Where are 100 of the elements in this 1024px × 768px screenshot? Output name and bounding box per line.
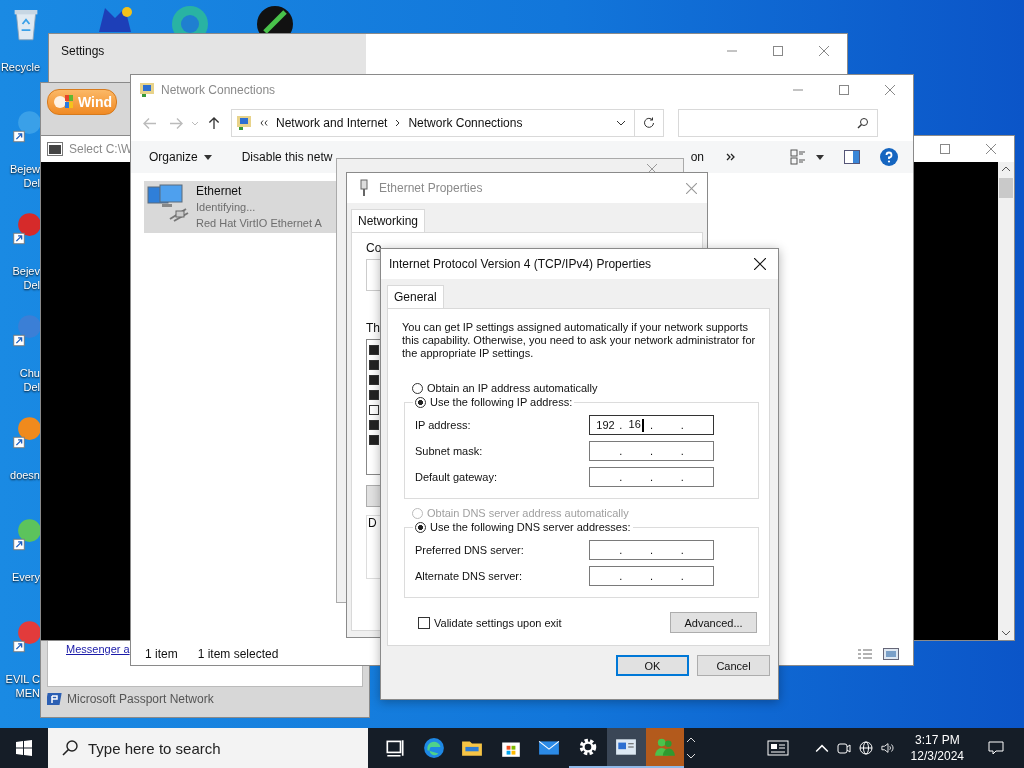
- caret-icon: [203, 154, 212, 160]
- volume-icon[interactable]: [880, 741, 895, 755]
- caret-icon[interactable]: [816, 154, 824, 160]
- ip-address-field[interactable]: 192 . 16 . .: [589, 415, 714, 435]
- icon-label: doesn: [10, 468, 40, 482]
- shortcut-icon[interactable]: [12, 312, 40, 348]
- people-taskbar-button[interactable]: [645, 728, 684, 768]
- checkbox[interactable]: [369, 405, 379, 415]
- checkbox[interactable]: [369, 360, 379, 370]
- search-icon: [857, 117, 869, 129]
- icon-label: Recycle: [0, 60, 40, 74]
- messenger-link[interactable]: Messenger a: [66, 643, 130, 655]
- clock-date[interactable]: 12/3/2024: [910, 748, 964, 764]
- breadcrumb-item[interactable]: Network and Internet: [276, 116, 388, 130]
- checkbox[interactable]: [369, 345, 379, 355]
- radio-button[interactable]: [412, 382, 423, 394]
- search-icon: [62, 740, 78, 756]
- close-icon: [986, 144, 996, 154]
- cancel-button[interactable]: Cancel: [697, 655, 770, 676]
- preview-pane-icon[interactable]: [844, 150, 860, 164]
- ip-address-field[interactable]: . . .: [589, 467, 714, 487]
- refresh-icon: [643, 117, 655, 129]
- more-chevron-icon[interactable]: [726, 153, 736, 161]
- icon-label: Every: [11, 570, 40, 584]
- icon-label: Del: [23, 278, 40, 292]
- chevron-right-icon: [395, 119, 401, 127]
- ip-address-field[interactable]: . . .: [589, 566, 714, 586]
- dropdown-caret-icon[interactable]: [616, 120, 626, 126]
- networked-computers-icon: [146, 183, 190, 223]
- ip-address-field[interactable]: . . .: [589, 540, 714, 560]
- refresh-button[interactable]: [634, 109, 664, 137]
- tab[interactable]: Networking: [351, 209, 426, 232]
- camera-icon[interactable]: [836, 741, 851, 755]
- checkbox[interactable]: [369, 420, 379, 430]
- notifications-icon[interactable]: [988, 740, 1004, 756]
- network-plug-icon: [359, 179, 369, 197]
- checkbox[interactable]: [369, 375, 379, 385]
- icon-label: MEN: [15, 686, 40, 700]
- field-label: Alternate DNS server:: [415, 570, 523, 582]
- checkbox-label[interactable]: Validate settings upon exit: [434, 616, 562, 629]
- close-icon[interactable]: [686, 182, 697, 194]
- scroll-thumb[interactable]: [999, 178, 1013, 198]
- shortcut-icon[interactable]: [12, 210, 40, 246]
- ok-button[interactable]: OK: [616, 655, 689, 676]
- radio-button[interactable]: [415, 521, 426, 533]
- scroll-bar[interactable]: [998, 162, 1014, 640]
- clock-time[interactable]: 3:17 PM: [914, 732, 960, 748]
- maximize-icon: [773, 46, 783, 56]
- people-icon: [653, 736, 676, 758]
- option-label[interactable]: Use the following DNS server addresses:: [430, 521, 631, 533]
- network-taskbar-button[interactable]: [607, 728, 646, 768]
- list-label: Th: [366, 321, 380, 335]
- up-arrow-icon[interactable]: [207, 116, 221, 130]
- option-label[interactable]: Use the following IP address:: [430, 396, 573, 408]
- status-text: Microsoft Passport Network: [67, 692, 214, 706]
- window-title: Ethernet Properties: [379, 181, 483, 195]
- shortcut-icon[interactable]: [12, 414, 40, 450]
- toolbar-button[interactable]: Disable this netw: [233, 150, 341, 164]
- scroll-down-icon[interactable]: [1001, 630, 1011, 636]
- dialog-title: Internet Protocol Version 4 (TCP/IPv4) Properties: [389, 257, 652, 271]
- close-icon: [885, 85, 895, 95]
- ip-address-field[interactable]: . . .: [589, 441, 714, 461]
- advanced-button[interactable]: Advanced...: [670, 612, 757, 633]
- checkbox[interactable]: [418, 616, 430, 629]
- option-label[interactable]: Obtain an IP address automatically: [427, 382, 598, 394]
- maximize-icon: [940, 144, 950, 154]
- description-text: You can get IP settings assigned automatically if your network supports this capability. Otherwise, you need to ask your network administrator for the appropriate IP settings.: [402, 321, 757, 360]
- network-folder-icon: [236, 115, 252, 131]
- window-title: Network Connections: [161, 83, 276, 97]
- checkbox[interactable]: [369, 435, 379, 445]
- close-icon: [819, 46, 829, 56]
- scroll-up-icon[interactable]: [1001, 166, 1011, 172]
- icon-label: Bejev: [12, 264, 40, 278]
- organize-button[interactable]: Organize: [141, 150, 220, 164]
- news-icon[interactable]: [766, 740, 789, 756]
- task-view-icon: [384, 737, 407, 759]
- field-label: Subnet mask:: [415, 445, 484, 457]
- console-icon: [47, 142, 63, 156]
- tiles-view-icon[interactable]: [883, 648, 899, 660]
- double-chevron-icon: [260, 120, 268, 126]
- item-count: 1 item: [145, 647, 178, 661]
- tab[interactable]: General: [387, 285, 444, 308]
- help-icon[interactable]: [880, 148, 898, 166]
- radio-button[interactable]: [415, 396, 426, 408]
- search-field[interactable]: Type here to search: [48, 728, 368, 768]
- breadcrumb-item[interactable]: Network Connections: [408, 116, 523, 130]
- globe-icon[interactable]: [858, 741, 873, 755]
- shortcut-icon[interactable]: [12, 618, 40, 654]
- address-bar[interactable]: Network and Internet Network Connections: [231, 109, 635, 137]
- shortcut-icon[interactable]: [12, 516, 40, 552]
- shortcut-icon[interactable]: [12, 108, 40, 144]
- icon-label: Del: [23, 380, 40, 394]
- field-label: IP address:: [415, 419, 472, 431]
- checkbox[interactable]: [369, 390, 379, 400]
- network-window-icon: [615, 736, 638, 758]
- toolbar-button[interactable]: on: [690, 150, 704, 164]
- passport-icon: [47, 691, 63, 707]
- view-options-icon[interactable]: [790, 149, 806, 165]
- group-label: D: [368, 516, 377, 530]
- search-field[interactable]: [678, 109, 878, 137]
